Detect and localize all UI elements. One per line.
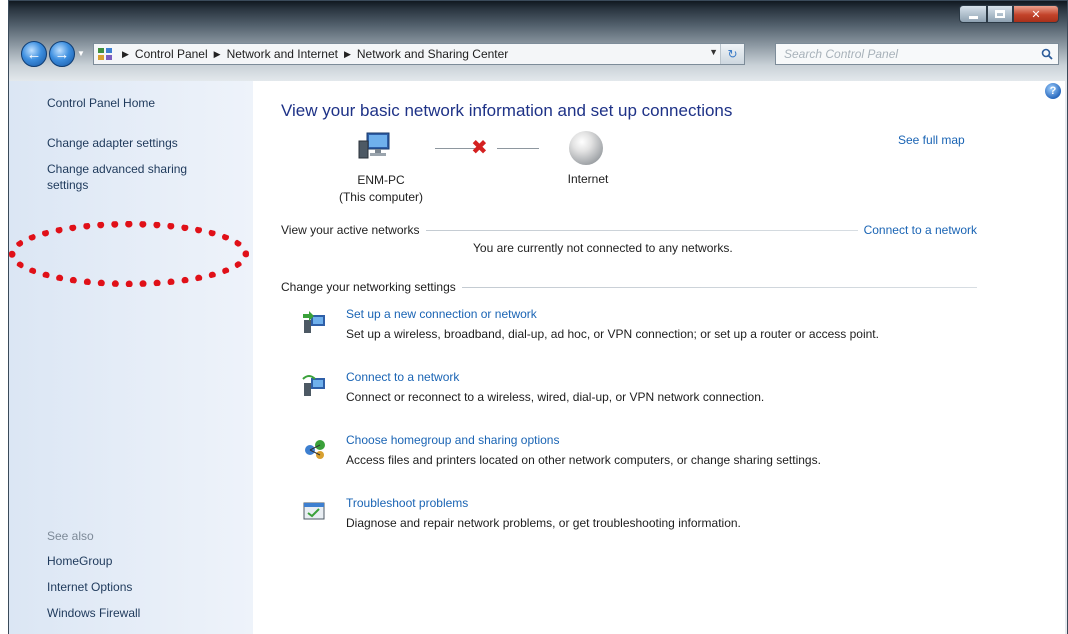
- network-status-text: You are currently not connected to any n…: [473, 241, 733, 255]
- close-icon: ✕: [1031, 8, 1041, 21]
- forward-button[interactable]: →: [49, 41, 75, 67]
- active-networks-label: View your active networks: [281, 223, 426, 237]
- caption-buttons: ✕: [959, 5, 1059, 23]
- control-panel-home-link[interactable]: Control Panel Home: [47, 95, 155, 111]
- address-dropdown-icon[interactable]: ▼: [709, 47, 718, 57]
- search-box[interactable]: Search Control Panel: [775, 43, 1059, 65]
- internet-label: Internet: [567, 172, 609, 186]
- minimize-button[interactable]: [959, 5, 987, 23]
- refresh-icon: ↻: [727, 47, 738, 61]
- back-arrow-icon: ←: [26, 45, 42, 63]
- troubleshoot-description: Diagnose and repair network problems, or…: [346, 516, 741, 530]
- connect-to-network-task-link[interactable]: Connect to a network: [346, 370, 459, 384]
- connection-line: [497, 148, 539, 149]
- left-navigation-pane: Control Panel Home Change adapter settin…: [9, 81, 253, 634]
- maximize-button[interactable]: [987, 5, 1013, 23]
- see-also-heading: See also: [47, 529, 94, 543]
- divider: [425, 229, 858, 231]
- network-setup-icon: [301, 310, 329, 336]
- control-panel-icon: [94, 44, 116, 64]
- help-icon[interactable]: ?: [1045, 83, 1061, 99]
- maximize-icon: [995, 10, 1005, 18]
- breadcrumb-separator-icon: ▶: [122, 48, 129, 59]
- setup-connection-description: Set up a wireless, broadband, dial-up, a…: [346, 327, 879, 341]
- highlight-callout: [9, 221, 249, 287]
- networking-settings-header: Change your networking settings: [281, 279, 977, 295]
- task-homegroup: Choose homegroup and sharing options Acc…: [301, 433, 981, 477]
- connect-to-network-link[interactable]: Connect to a network: [858, 223, 977, 237]
- breadcrumb-separator-icon: ▶: [213, 48, 221, 59]
- see-full-map-link[interactable]: See full map: [898, 133, 965, 147]
- task-setup-connection: Set up a new connection or network Set u…: [301, 307, 981, 351]
- title-bar: ✕ ← → ▼ ▶ Control Panel ▶ Network and In…: [9, 1, 1067, 81]
- change-adapter-settings-link[interactable]: Change adapter settings: [47, 135, 178, 151]
- computer-label: ENM-PC (This computer): [331, 172, 431, 206]
- search-icon[interactable]: [1036, 44, 1058, 64]
- computer-subtitle: (This computer): [338, 190, 424, 204]
- close-button[interactable]: ✕: [1013, 5, 1059, 23]
- address-bar[interactable]: ▶ Control Panel ▶ Network and Internet ▶…: [93, 43, 745, 65]
- main-content: ? View your basic network information an…: [253, 81, 1067, 634]
- troubleshoot-icon: [301, 499, 329, 525]
- page-title: View your basic network information and …: [281, 101, 733, 120]
- back-button[interactable]: ←: [21, 41, 47, 67]
- networking-settings-label: Change your networking settings: [281, 280, 462, 294]
- disconnected-icon: ✖: [471, 137, 488, 159]
- computer-name: ENM-PC: [357, 173, 405, 187]
- change-advanced-sharing-settings-link[interactable]: Change advanced sharing settings: [47, 161, 227, 193]
- computer-icon[interactable]: [355, 131, 395, 161]
- refresh-button[interactable]: ↻: [720, 44, 744, 64]
- recent-pages-dropdown[interactable]: ▼: [77, 49, 85, 58]
- setup-connection-link[interactable]: Set up a new connection or network: [346, 307, 537, 321]
- homegroup-link[interactable]: HomeGroup: [47, 553, 112, 569]
- internet-globe-icon[interactable]: [569, 131, 603, 165]
- window-right-edge: [1065, 81, 1067, 634]
- minimize-icon: [968, 15, 978, 19]
- internet-options-link[interactable]: Internet Options: [47, 579, 132, 595]
- breadcrumb-control-panel[interactable]: Control Panel: [135, 47, 208, 61]
- active-networks-header: View your active networks Connect to a n…: [281, 222, 977, 238]
- connect-network-icon: [301, 373, 329, 399]
- divider: [461, 286, 977, 288]
- task-troubleshoot: Troubleshoot problems Diagnose and repai…: [301, 496, 981, 540]
- homegroup-sharing-description: Access files and printers located on oth…: [346, 453, 821, 467]
- control-panel-window: ✕ ← → ▼ ▶ Control Panel ▶ Network and In…: [8, 0, 1068, 634]
- forward-arrow-icon: →: [54, 45, 70, 63]
- homegroup-sharing-link[interactable]: Choose homegroup and sharing options: [346, 433, 559, 447]
- connect-to-network-description: Connect or reconnect to a wireless, wire…: [346, 390, 765, 404]
- breadcrumb-network-and-internet[interactable]: Network and Internet: [227, 47, 338, 61]
- troubleshoot-link[interactable]: Troubleshoot problems: [346, 496, 468, 510]
- search-input[interactable]: Search Control Panel: [776, 47, 1036, 61]
- task-connect-network: Connect to a network Connect or reconnec…: [301, 370, 981, 414]
- breadcrumb-network-sharing-center[interactable]: Network and Sharing Center: [357, 47, 508, 61]
- navigation-row: ← → ▼ ▶ Control Panel ▶ Network and Inte…: [9, 39, 1067, 69]
- breadcrumb-separator-icon: ▶: [343, 48, 351, 59]
- homegroup-icon: [301, 436, 329, 462]
- windows-firewall-link[interactable]: Windows Firewall: [47, 605, 140, 621]
